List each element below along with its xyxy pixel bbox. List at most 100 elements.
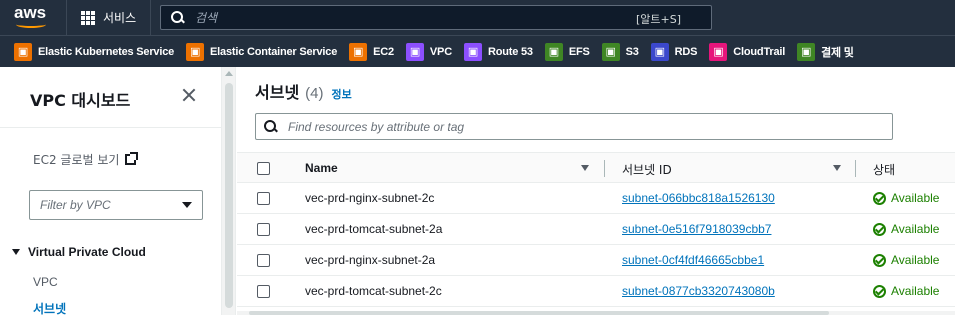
ec2-global-view-label: EC2 글로벌 보기 <box>33 153 120 167</box>
sort-caret-icon[interactable] <box>833 165 841 171</box>
table-row[interactable]: vec-prd-tomcat-subnet-2a subnet-0e516f791… <box>237 214 955 245</box>
eks-icon: ▣ <box>14 42 32 61</box>
external-link-icon <box>125 152 139 165</box>
favorite-route53[interactable]: ▣ Route 53 <box>463 42 533 61</box>
status-badge: Available <box>873 222 939 236</box>
favorite-label: Elastic Kubernetes Service <box>38 45 175 58</box>
check-circle-icon <box>873 284 886 298</box>
status-text: Available <box>891 191 940 205</box>
sidebar-item-vpc[interactable]: VPC <box>33 275 58 289</box>
top-navigation: aws 서비스 [알트+S] <box>0 0 955 35</box>
status-badge: Available <box>873 191 939 205</box>
sidebar-item-subnets[interactable]: 서브넷 <box>33 300 66 315</box>
vpc-filter-select[interactable]: Filter by VPC <box>29 190 203 220</box>
favorite-billing[interactable]: ▣ 결제 및 <box>797 42 854 61</box>
row-checkbox[interactable] <box>257 254 270 267</box>
favorite-s3[interactable]: ▣ S3 <box>601 42 639 61</box>
search-icon <box>264 119 278 134</box>
ecs-icon: ▣ <box>186 42 205 61</box>
subnet-name: vec-prd-nginx-subnet-2a <box>305 253 436 267</box>
column-divider[interactable] <box>855 160 856 177</box>
favorite-cloudtrail[interactable]: ▣ CloudTrail <box>709 42 786 61</box>
s3-icon: ▣ <box>601 42 620 61</box>
column-divider[interactable] <box>604 160 605 177</box>
vpc-filter-placeholder: Filter by VPC <box>40 198 111 212</box>
row-checkbox[interactable] <box>257 192 270 205</box>
resource-filter-input[interactable] <box>288 119 848 134</box>
subnet-id-link[interactable]: subnet-0cf4fdf46665cbbe1 <box>622 253 764 267</box>
favorite-ec2[interactable]: ▣ EC2 <box>349 42 394 61</box>
vpc-icon: ▣ <box>405 42 424 61</box>
favorite-label: S3 <box>625 45 639 58</box>
status-badge: Available <box>873 284 939 298</box>
sidebar-section-vpc[interactable]: Virtual Private Cloud <box>12 245 146 259</box>
page-header: 서브넷 (4) 정보 <box>255 79 352 103</box>
column-header-subnet-id[interactable]: 서브넷 ID <box>622 161 672 178</box>
subnet-name: vec-prd-nginx-subnet-2c <box>305 191 435 205</box>
favorite-label: EFS <box>568 45 590 58</box>
main-panel: 서브넷 (4) 정보 Name 서브넷 ID 상태 vec-prd-nginx-… <box>237 67 955 315</box>
select-all-checkbox[interactable] <box>257 162 270 175</box>
status-text: Available <box>891 284 940 298</box>
check-circle-icon <box>873 253 886 267</box>
check-circle-icon <box>873 191 886 205</box>
rds-icon: ▣ <box>650 42 669 61</box>
favorite-rds[interactable]: ▣ RDS <box>650 42 698 61</box>
favorite-ecs[interactable]: ▣ Elastic Container Service <box>186 42 337 61</box>
sidebar: VPC 대시보드 EC2 글로벌 보기 Filter by VPC Virtua… <box>0 67 222 315</box>
aws-smile-icon <box>16 21 46 28</box>
info-link[interactable]: 정보 <box>332 86 352 102</box>
grid-icon <box>81 10 95 25</box>
status-text: Available <box>891 222 940 236</box>
scrollbar-thumb[interactable] <box>225 83 233 308</box>
page-title: 서브넷 <box>255 83 300 102</box>
sort-caret-icon[interactable] <box>581 165 589 171</box>
cloudtrail-icon: ▣ <box>709 42 728 61</box>
table-header: Name 서브넷 ID 상태 <box>237 152 955 183</box>
table-body: vec-prd-nginx-subnet-2c subnet-066bbc818a… <box>237 183 955 307</box>
global-search-input[interactable] <box>195 10 575 25</box>
status-text: Available <box>891 253 940 267</box>
resource-filter[interactable] <box>255 113 893 140</box>
favorite-efs[interactable]: ▣ EFS <box>544 42 590 61</box>
expand-caret-icon <box>12 249 20 255</box>
caret-down-icon <box>182 202 192 208</box>
row-checkbox[interactable] <box>257 223 270 236</box>
aws-logo-text: aws <box>14 3 47 22</box>
sidebar-scrollbar[interactable] <box>222 67 236 315</box>
subnet-id-link[interactable]: subnet-066bbc818a1526130 <box>622 191 775 205</box>
subnets-table: Name 서브넷 ID 상태 vec-prd-nginx-subnet-2c su… <box>237 152 955 307</box>
global-search[interactable]: [알트+S] <box>160 5 712 30</box>
table-row[interactable]: vec-prd-nginx-subnet-2a subnet-0cf4fdf466… <box>237 245 955 276</box>
favorite-label: RDS <box>674 45 698 58</box>
ec2-icon: ▣ <box>349 42 368 61</box>
sidebar-title: VPC 대시보드 <box>30 91 131 110</box>
scroll-up-icon[interactable] <box>225 71 233 76</box>
favorites-bar: ▣ Elastic Kubernetes Service ▣ Elastic Cont… <box>0 35 955 67</box>
table-row[interactable]: vec-prd-tomcat-subnet-2c subnet-0877cb332… <box>237 276 955 307</box>
subnet-name: vec-prd-tomcat-subnet-2a <box>305 222 443 236</box>
check-circle-icon <box>873 222 886 236</box>
favorite-label: 결제 및 <box>821 46 854 59</box>
status-badge: Available <box>873 253 939 267</box>
favorite-vpc[interactable]: ▣ VPC <box>405 42 452 61</box>
subnet-id-link[interactable]: subnet-0e516f7918039cbb7 <box>622 222 771 236</box>
favorite-label: CloudTrail <box>733 45 786 58</box>
aws-logo[interactable]: aws <box>14 4 54 30</box>
favorite-label: Route 53 <box>487 45 533 58</box>
search-icon <box>171 10 185 25</box>
ec2-global-view-link[interactable]: EC2 글로벌 보기 <box>33 151 139 168</box>
subnet-id-link[interactable]: subnet-0877cb3320743080b <box>622 284 775 298</box>
close-icon[interactable] <box>180 86 198 104</box>
billing-icon: ▣ <box>797 42 816 61</box>
favorite-eks[interactable]: ▣ Elastic Kubernetes Service <box>14 42 175 61</box>
row-checkbox[interactable] <box>257 285 270 298</box>
table-row[interactable]: vec-prd-nginx-subnet-2c subnet-066bbc818a… <box>237 183 955 214</box>
services-menu-button[interactable]: 서비스 <box>66 0 152 35</box>
column-header-state[interactable]: 상태 <box>873 161 895 178</box>
scrollbar-thumb[interactable] <box>249 311 829 315</box>
column-header-name[interactable]: Name <box>305 161 338 175</box>
sidebar-section-label: Virtual Private Cloud <box>28 245 146 259</box>
horizontal-scrollbar[interactable] <box>237 311 955 315</box>
favorite-label: VPC <box>429 45 452 58</box>
